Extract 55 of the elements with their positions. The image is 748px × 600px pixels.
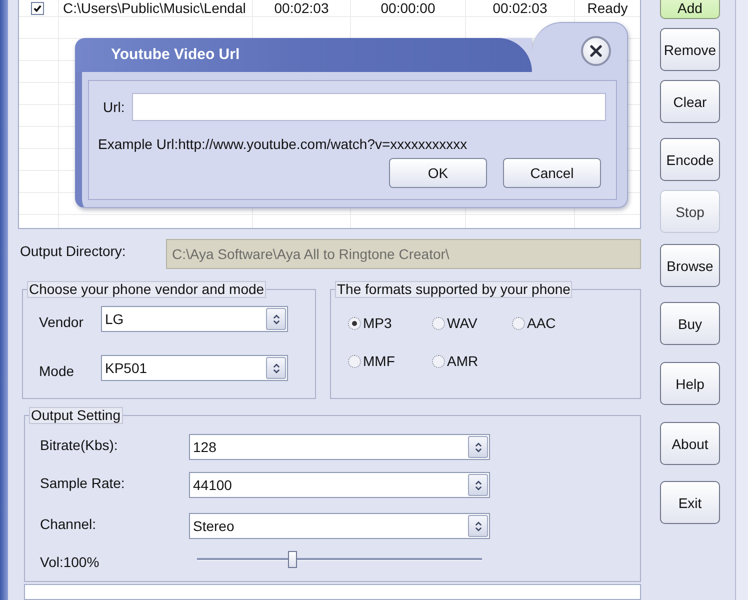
slider-thumb[interactable] [288, 551, 298, 568]
up-down-chevrons-icon [468, 474, 488, 496]
dialog-button[interactable]: OK [389, 158, 487, 188]
dialog-button[interactable]: Cancel [503, 158, 601, 188]
field-label: Channel: [40, 516, 96, 532]
select-field[interactable]: KP501 [101, 355, 288, 382]
action-button[interactable]: Clear [660, 80, 720, 123]
up-down-chevrons-icon [468, 515, 488, 538]
action-button[interactable]: Buy [660, 302, 720, 345]
action-button[interactable]: Exit [660, 481, 720, 524]
action-button[interactable]: Encode [660, 138, 720, 181]
close-button[interactable] [581, 36, 611, 66]
up-down-chevrons-icon [266, 357, 286, 380]
radio-icon[interactable] [348, 355, 361, 368]
radio-icon[interactable] [512, 317, 525, 330]
output-directory-label: Output Directory: [20, 242, 126, 259]
action-button[interactable]: Remove [660, 28, 720, 71]
action-button[interactable]: About [660, 422, 720, 465]
volume-slider[interactable] [197, 551, 482, 570]
group-title: The formats supported by your phone [335, 281, 572, 298]
up-down-chevrons-icon [468, 436, 488, 458]
radio-option[interactable]: MP3 [348, 315, 392, 332]
action-button[interactable]: Browse [660, 244, 720, 287]
field-label: Sample Rate: [40, 474, 125, 491]
table-cell: 00:02:03 [492, 0, 548, 16]
radio-icon[interactable] [432, 355, 445, 368]
up-down-chevrons-icon [266, 308, 286, 330]
checkbox[interactable] [31, 2, 44, 14]
url-field[interactable] [132, 93, 606, 121]
radio-option[interactable]: AMR [432, 353, 478, 370]
close-icon [590, 45, 602, 57]
action-button[interactable]: Add [660, 0, 720, 19]
radio-icon[interactable] [348, 317, 361, 330]
radio-icon[interactable] [432, 317, 445, 330]
table-cell: C:\Users\Public\Music\Lendal [63, 0, 246, 16]
radio-option[interactable]: WAV [432, 315, 478, 332]
url-label: Url: [103, 98, 125, 116]
field-label: Bitrate(Kbs): [40, 436, 118, 453]
group-title: Choose your phone vendor and mode [27, 281, 266, 298]
select-field[interactable]: 44100 [189, 472, 490, 498]
radio-option[interactable]: AAC [512, 315, 556, 332]
volume-label: Vol:100% [40, 554, 100, 570]
select-field[interactable]: LG [101, 306, 288, 332]
group-title: Output Setting [29, 407, 123, 424]
action-button[interactable]: Help [660, 362, 720, 405]
table-cell: Ready [587, 0, 628, 16]
select-field[interactable]: Stereo [189, 513, 490, 540]
field-label: Vendor [39, 314, 84, 330]
dialog-title: Youtube Video Url [75, 38, 532, 72]
select-field[interactable]: 128 [189, 434, 490, 460]
table-cell: 00:02:03 [274, 0, 329, 16]
example-text: Example Url:http://www.youtube.com/watch?v=xxxxxxxxxxx [98, 135, 468, 154]
field-label: Mode [39, 363, 74, 380]
table-cell: 00:00:00 [380, 0, 436, 16]
radio-option[interactable]: MMF [348, 353, 395, 370]
